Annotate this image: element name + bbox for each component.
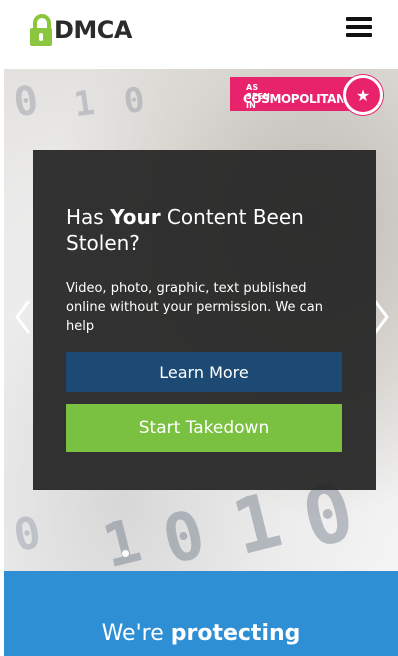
protecting-section: We're protecting	[4, 571, 398, 656]
start-takedown-button[interactable]: Start Takedown	[66, 404, 342, 452]
hamburger-menu-icon[interactable]	[346, 17, 372, 37]
star-icon: ★	[343, 75, 383, 115]
learn-more-button[interactable]: Learn More	[66, 352, 342, 392]
site-header: DMCA	[0, 0, 398, 62]
background-digit: 0	[121, 79, 148, 123]
padlock-icon	[30, 14, 52, 46]
background-digit: 1	[71, 82, 98, 126]
hero-title: Has Your Content Been Stolen?	[66, 205, 304, 255]
chevron-left-icon[interactable]	[14, 299, 32, 335]
background-digit: 0	[10, 77, 42, 127]
hero-description: Video, photo, graphic, text published on…	[66, 281, 323, 334]
badge-line2: COSMOPOLITAN	[243, 92, 346, 106]
dmca-logo[interactable]: DMCA	[30, 6, 133, 46]
hero-carousel: 0 1 0 0 1 0 1 0 AS SEEN IN COSMOPOLITAN …	[4, 69, 398, 571]
hero-panel: Has Your Content Been Stolen? Video, pho…	[33, 150, 376, 490]
protecting-heading: We're protecting	[101, 621, 301, 646]
background-digit: 0	[9, 507, 45, 562]
background-digit: 1	[96, 505, 149, 571]
background-digit: 0	[155, 495, 213, 571]
logo-text: DMCA	[54, 16, 133, 44]
carousel-indicator-dot[interactable]	[122, 550, 129, 557]
